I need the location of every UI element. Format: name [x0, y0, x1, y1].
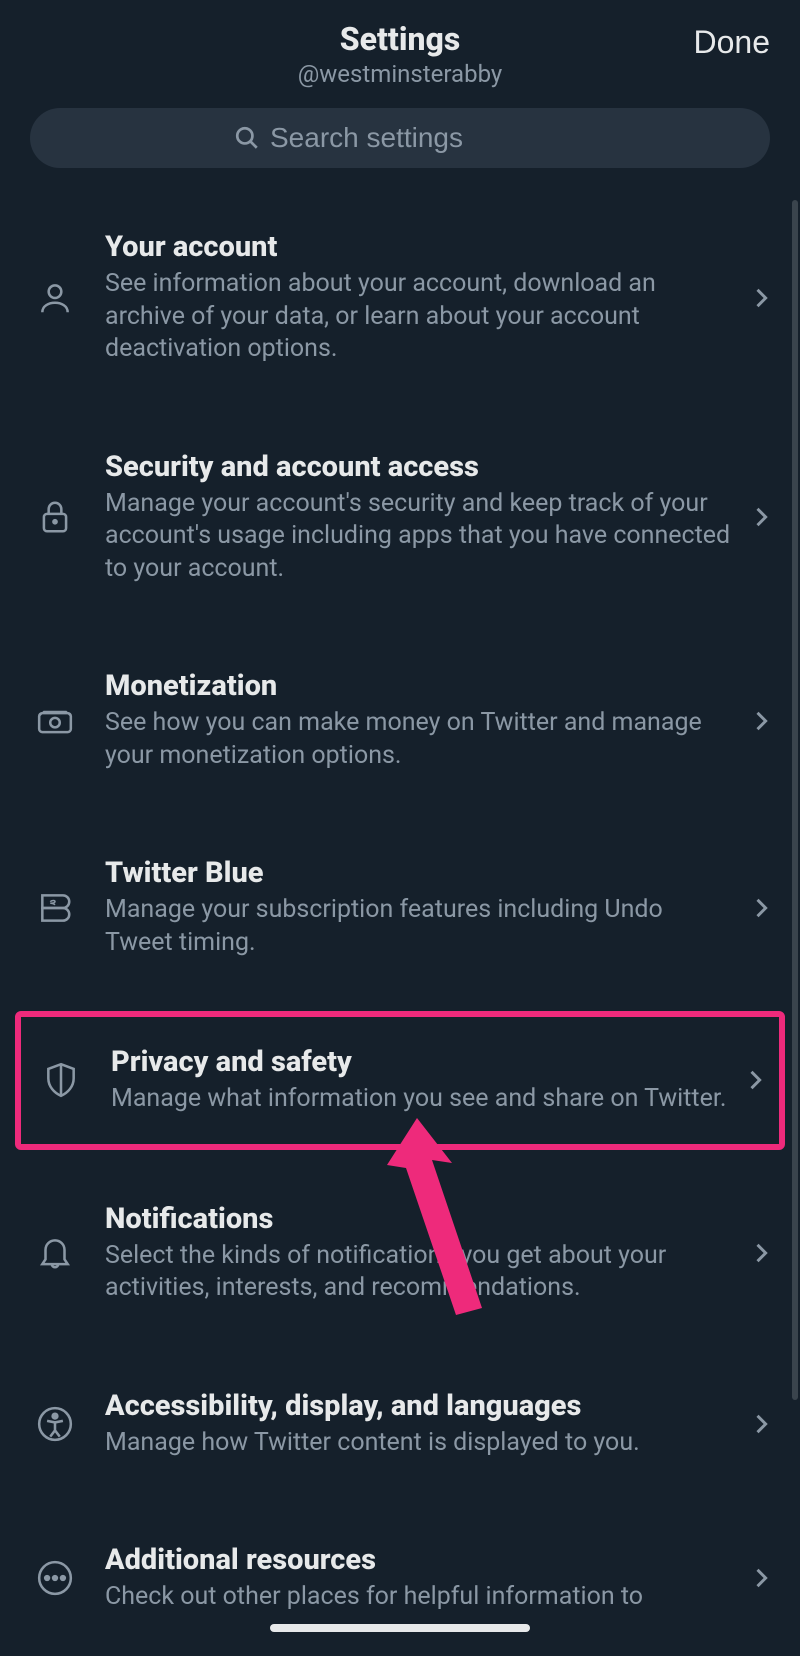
bell-icon	[31, 1234, 79, 1272]
row-text: Security and account access Manage your a…	[105, 450, 747, 586]
chevron-right-icon	[747, 503, 775, 531]
settings-row-lock[interactable]: Security and account access Manage your a…	[15, 408, 785, 628]
row-title: Monetization	[105, 669, 733, 703]
settings-row-bell[interactable]: Notifications Select the kinds of notific…	[15, 1160, 785, 1347]
row-title: Your account	[105, 230, 733, 264]
row-title: Accessibility, display, and languages	[105, 1389, 733, 1423]
row-title: Twitter Blue	[105, 856, 733, 890]
person-icon	[31, 279, 79, 317]
chevron-right-icon	[747, 1564, 775, 1592]
settings-row-shield[interactable]: Privacy and safety Manage what informatio…	[15, 1011, 785, 1150]
chevron-right-icon	[741, 1066, 769, 1094]
settings-row-money[interactable]: Monetization See how you can make money o…	[15, 627, 785, 814]
page-title: Settings	[298, 20, 503, 58]
row-desc: Manage what information you see and shar…	[111, 1083, 727, 1116]
twitter-blue-icon	[31, 889, 79, 927]
settings-list: Your account See information about your a…	[0, 188, 800, 1656]
home-indicator	[270, 1624, 530, 1632]
row-desc: See information about your account, down…	[105, 268, 733, 366]
settings-row-twitter-blue[interactable]: Twitter Blue Manage your subscription fea…	[15, 814, 785, 1001]
chevron-right-icon	[747, 1410, 775, 1438]
money-icon	[31, 702, 79, 740]
row-desc: Manage your subscription features includ…	[105, 894, 733, 959]
accessibility-icon	[31, 1405, 79, 1443]
row-text: Accessibility, display, and languages Man…	[105, 1389, 747, 1460]
row-desc: Manage your account's security and keep …	[105, 488, 733, 586]
row-text: Your account See information about your a…	[105, 230, 747, 366]
row-desc: See how you can make money on Twitter an…	[105, 707, 733, 772]
settings-row-accessibility[interactable]: Accessibility, display, and languages Man…	[15, 1347, 785, 1502]
row-text: Additional resources Check out other plac…	[105, 1543, 747, 1614]
settings-row-more[interactable]: Additional resources Check out other plac…	[15, 1501, 785, 1656]
row-desc: Select the kinds of notifications you ge…	[105, 1240, 733, 1305]
row-text: Monetization See how you can make money o…	[105, 669, 747, 772]
done-button[interactable]: Done	[694, 24, 771, 61]
settings-row-person[interactable]: Your account See information about your a…	[15, 188, 785, 408]
row-text: Twitter Blue Manage your subscription fea…	[105, 856, 747, 959]
chevron-right-icon	[747, 707, 775, 735]
scroll-indicator[interactable]	[792, 200, 798, 1400]
lock-icon	[31, 498, 79, 536]
row-desc: Manage how Twitter content is displayed …	[105, 1427, 733, 1460]
search-settings[interactable]	[30, 108, 770, 168]
row-text: Privacy and safety Manage what informatio…	[111, 1045, 741, 1116]
row-title: Additional resources	[105, 1543, 733, 1577]
row-desc: Check out other places for helpful infor…	[105, 1581, 733, 1614]
more-icon	[31, 1559, 79, 1597]
row-title: Security and account access	[105, 450, 733, 484]
chevron-right-icon	[747, 1239, 775, 1267]
row-text: Notifications Select the kinds of notific…	[105, 1202, 747, 1305]
search-icon	[234, 125, 260, 151]
chevron-right-icon	[747, 894, 775, 922]
account-handle: @westminsterabby	[298, 60, 503, 88]
row-title: Privacy and safety	[111, 1045, 727, 1079]
shield-icon	[37, 1061, 85, 1099]
search-input[interactable]	[270, 122, 566, 154]
chevron-right-icon	[747, 284, 775, 312]
row-title: Notifications	[105, 1202, 733, 1236]
header: Settings @westminsterabby Done	[0, 0, 800, 98]
